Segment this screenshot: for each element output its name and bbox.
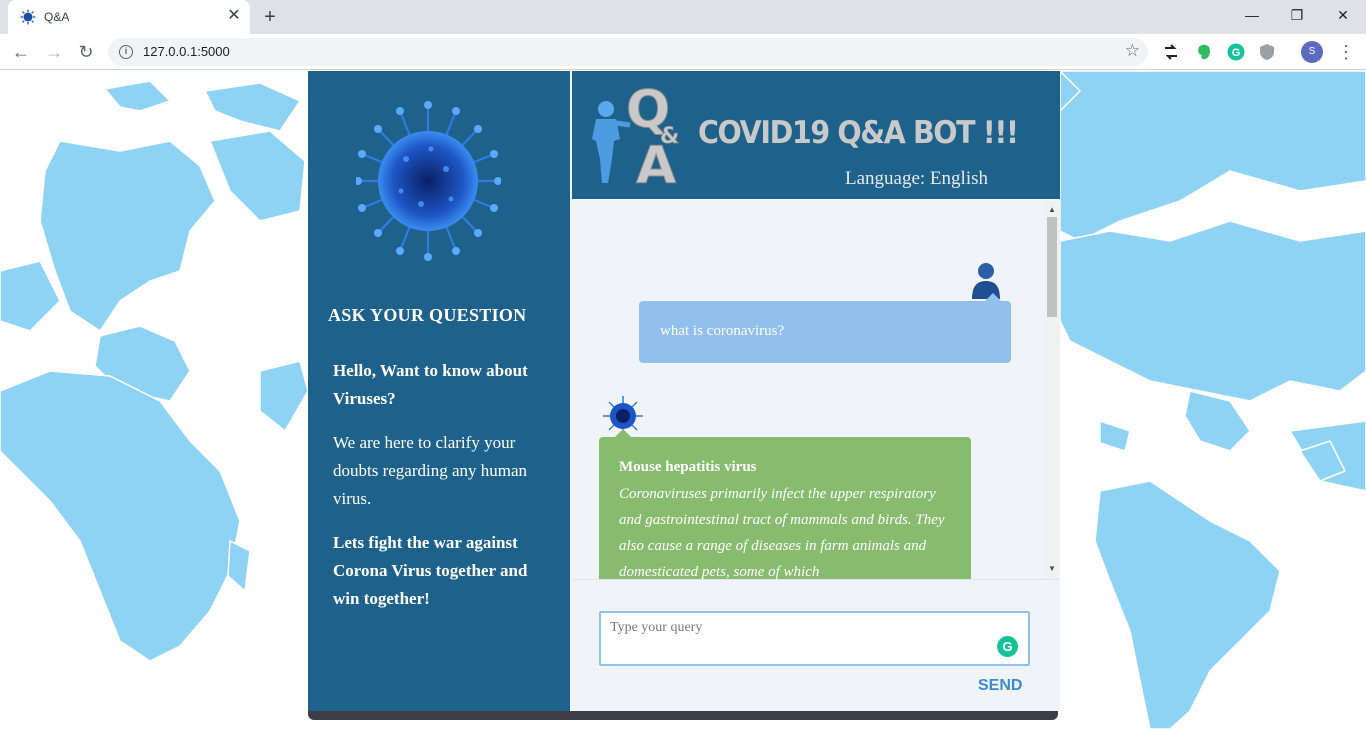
app-bottom-bar: [308, 711, 1058, 720]
query-input[interactable]: [599, 611, 1030, 666]
page: ASK YOUR QUESTION Hello, Want to know ab…: [0, 71, 1366, 729]
user-message-text: what is coronavirus?: [660, 323, 785, 339]
send-button[interactable]: SEND: [978, 677, 1022, 695]
profile-avatar[interactable]: S: [1301, 41, 1323, 63]
chat-scrollbar[interactable]: ▲ ▼: [1044, 201, 1060, 579]
bot-title: COVID19 Q&A BOT !!!: [698, 115, 1019, 151]
reload-button[interactable]: ↻: [74, 40, 98, 64]
svg-text:G: G: [1232, 47, 1241, 59]
extension-arrows-icon[interactable]: [1162, 43, 1180, 61]
grammarly-icon[interactable]: G: [997, 636, 1018, 657]
restore-button[interactable]: ❐: [1283, 4, 1311, 26]
tab-title: Q&A: [44, 10, 70, 24]
bookmark-star-icon[interactable]: ☆: [1125, 41, 1140, 61]
composer: G SEND: [572, 579, 1060, 711]
back-button[interactable]: ←: [9, 40, 33, 64]
left-info-panel: ASK YOUR QUESTION Hello, Want to know ab…: [308, 71, 568, 711]
browser-tabstrip: Q&A ✕ + — ❐ ✕: [0, 0, 1366, 34]
chat-header: Q & A COVID19 Q&A BOT !!! Language: Engl…: [572, 71, 1060, 199]
url-text[interactable]: 127.0.0.1:5000: [143, 44, 230, 59]
bot-message-heading: Mouse hepatitis virus: [619, 459, 757, 475]
grammarly-extension-icon[interactable]: G: [1227, 43, 1245, 61]
virus-favicon-icon: [20, 9, 36, 25]
motto-text: Lets fight the war against Corona Virus …: [333, 533, 528, 608]
scroll-down-arrow-icon[interactable]: ▼: [1048, 564, 1056, 573]
tab-close-icon[interactable]: ✕: [224, 6, 244, 26]
shield-extension-icon[interactable]: [1258, 43, 1276, 61]
forward-button[interactable]: →: [42, 40, 66, 64]
evernote-icon[interactable]: [1195, 43, 1213, 61]
chat-panel: Q & A COVID19 Q&A BOT !!! Language: Engl…: [568, 71, 1060, 711]
coronavirus-icon: [356, 101, 501, 261]
browser-toolbar: ← → ↻ i 127.0.0.1:5000 ☆ G S ⋮: [0, 34, 1366, 70]
ask-question-title: ASK YOUR QUESTION: [328, 305, 527, 325]
site-info-icon[interactable]: i: [119, 45, 133, 59]
browser-menu-icon[interactable]: ⋮: [1337, 40, 1355, 64]
qa-person-logo: Q & A: [592, 80, 680, 187]
bot-message-body: Coronaviruses primarily infect the upper…: [619, 486, 945, 579]
intro-text: We are here to clarify your doubts regar…: [333, 433, 528, 508]
scroll-up-arrow-icon[interactable]: ▲: [1048, 205, 1056, 214]
new-tab-button[interactable]: +: [259, 6, 281, 28]
minimize-button[interactable]: —: [1238, 4, 1266, 26]
window-close-button[interactable]: ✕: [1329, 4, 1357, 26]
qa-bot-app: ASK YOUR QUESTION Hello, Want to know ab…: [308, 71, 1060, 721]
bot-message: Mouse hepatitis virus Coronaviruses prim…: [599, 429, 971, 579]
address-bar[interactable]: i 127.0.0.1:5000 ☆: [108, 38, 1148, 66]
chat-messages[interactable]: what is coronavirus? Mouse hepatitis vir…: [572, 201, 1060, 579]
user-message: what is coronavirus?: [639, 293, 1011, 363]
greeting-text: Hello, Want to know about Viruses?: [333, 361, 528, 408]
scrollbar-thumb[interactable]: [1047, 217, 1057, 317]
logo-a-letter: A: [636, 136, 676, 187]
language-label: Language: English: [845, 168, 988, 189]
browser-tab[interactable]: Q&A ✕: [8, 0, 250, 34]
